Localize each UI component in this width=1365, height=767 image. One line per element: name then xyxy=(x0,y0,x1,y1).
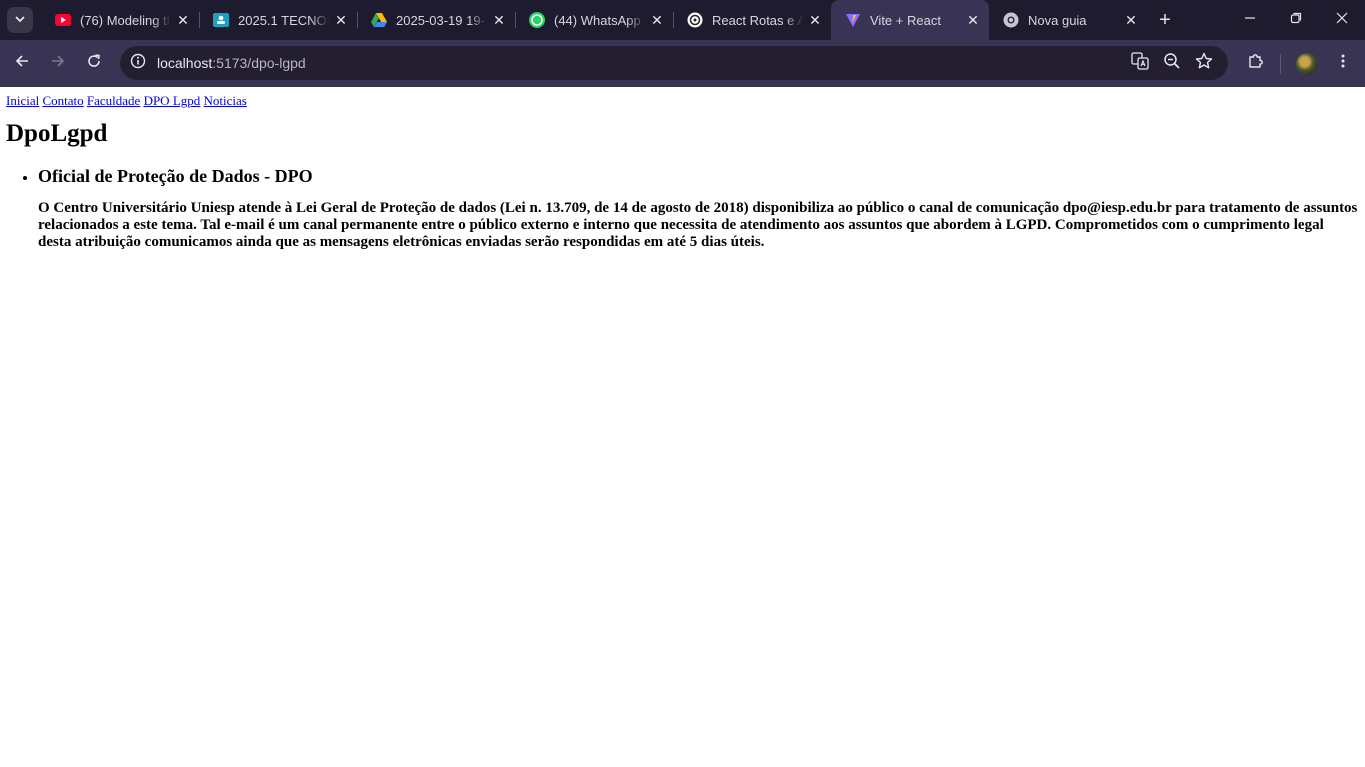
puzzle-icon xyxy=(1247,52,1265,75)
tab-title: 2025-03-19 19-28 xyxy=(396,12,487,28)
translate-icon xyxy=(1131,51,1149,75)
tab-search-button[interactable] xyxy=(7,7,33,33)
dpo-list: Oficial de Proteção de Dados - DPO O Cen… xyxy=(6,165,1359,251)
zoom-out-icon xyxy=(1163,52,1181,75)
item-text: O Centro Universitário Uniesp atende à L… xyxy=(38,200,1358,250)
translate-button[interactable] xyxy=(1128,51,1152,75)
nav-link-inicial[interactable]: Inicial xyxy=(6,93,39,108)
page-title: DpoLgpd xyxy=(6,120,108,147)
bookmark-button[interactable] xyxy=(1192,51,1216,75)
star-icon xyxy=(1195,52,1213,75)
close-icon[interactable]: ✕ xyxy=(965,12,981,28)
nav-link-faculdade[interactable]: Faculdade xyxy=(87,93,140,108)
item-heading: Oficial de Proteção de Dados - DPO xyxy=(38,166,313,186)
google-drive-icon xyxy=(371,12,387,28)
vite-icon xyxy=(845,12,861,28)
list-item: Oficial de Proteção de Dados - DPO O Cen… xyxy=(38,165,1359,251)
url-host: localhost xyxy=(157,55,213,71)
browser-toolbar: localhost:5173/dpo-lgpd xyxy=(0,40,1365,87)
tab-vite-react[interactable]: Vite + React ✕ xyxy=(831,0,989,40)
arrow-right-icon xyxy=(50,53,66,74)
close-icon[interactable]: ✕ xyxy=(649,12,665,28)
url-path: :5173/dpo-lgpd xyxy=(212,55,306,71)
tab-strip: (76) Modeling the ✕ 2025.1 TECNOLOGIA ✕ … xyxy=(0,0,1365,40)
tab-classroom[interactable]: 2025.1 TECNOLOGIA ✕ xyxy=(199,0,357,40)
nav-link-dpo-lgpd[interactable]: DPO Lgpd xyxy=(144,93,201,108)
chatgpt-icon xyxy=(687,12,703,28)
tab-title: React Rotas e Axios xyxy=(712,12,803,28)
new-tab-button[interactable]: + xyxy=(1151,6,1179,34)
close-icon[interactable]: ✕ xyxy=(1123,12,1139,28)
close-icon[interactable]: ✕ xyxy=(491,12,507,28)
nav-link-noticias[interactable]: Noticias xyxy=(204,93,247,108)
tab-nova-guia[interactable]: Nova guia ✕ xyxy=(989,0,1147,40)
restore-icon xyxy=(1290,11,1302,29)
avatar xyxy=(1296,52,1318,75)
minimize-button[interactable] xyxy=(1227,0,1273,40)
url-text[interactable]: localhost:5173/dpo-lgpd xyxy=(157,55,306,71)
tab-title: Vite + React xyxy=(870,12,941,28)
zoom-button[interactable] xyxy=(1160,51,1184,75)
close-icon[interactable]: ✕ xyxy=(807,12,823,28)
tab-google-drive[interactable]: 2025-03-19 19-28 ✕ xyxy=(357,0,515,40)
tab-title: 2025.1 TECNOLOGIA xyxy=(238,12,329,28)
site-info-button[interactable] xyxy=(125,50,151,76)
info-icon xyxy=(130,53,146,74)
chrome-icon xyxy=(1003,12,1019,28)
reload-icon xyxy=(86,53,102,74)
close-window-button[interactable] xyxy=(1319,0,1365,40)
youtube-icon xyxy=(55,12,71,28)
more-vertical-icon xyxy=(1335,53,1351,74)
back-button[interactable] xyxy=(6,48,38,80)
arrow-left-icon xyxy=(14,53,30,74)
address-bar[interactable]: localhost:5173/dpo-lgpd xyxy=(120,46,1228,80)
classroom-icon xyxy=(213,12,229,28)
tab-title: Nova guia xyxy=(1028,12,1087,28)
forward-button[interactable] xyxy=(42,48,74,80)
profile-button[interactable] xyxy=(1291,48,1323,80)
restore-button[interactable] xyxy=(1273,0,1319,40)
top-nav: Inicial Contato Faculdade DPO Lgpd Notic… xyxy=(6,93,1359,108)
close-icon[interactable]: ✕ xyxy=(333,12,349,28)
reload-button[interactable] xyxy=(78,48,110,80)
tab-title: (76) Modeling the xyxy=(80,12,171,28)
whatsapp-icon xyxy=(529,12,545,28)
close-icon[interactable]: ✕ xyxy=(175,12,191,28)
close-icon xyxy=(1336,11,1348,29)
minimize-icon xyxy=(1244,11,1256,29)
tab-whatsapp[interactable]: (44) WhatsApp ✕ xyxy=(515,0,673,40)
chevron-down-icon xyxy=(14,13,26,28)
plus-icon: + xyxy=(1159,8,1171,31)
tab-chatgpt[interactable]: React Rotas e Axios ✕ xyxy=(673,0,831,40)
tab-youtube[interactable]: (76) Modeling the ✕ xyxy=(41,0,199,40)
page-content: Inicial Contato Faculdade DPO Lgpd Notic… xyxy=(0,87,1365,251)
menu-button[interactable] xyxy=(1327,48,1359,80)
tab-title: (44) WhatsApp xyxy=(554,12,641,28)
extensions-button[interactable] xyxy=(1240,48,1272,80)
nav-link-contato[interactable]: Contato xyxy=(42,93,83,108)
toolbar-divider xyxy=(1280,53,1281,74)
